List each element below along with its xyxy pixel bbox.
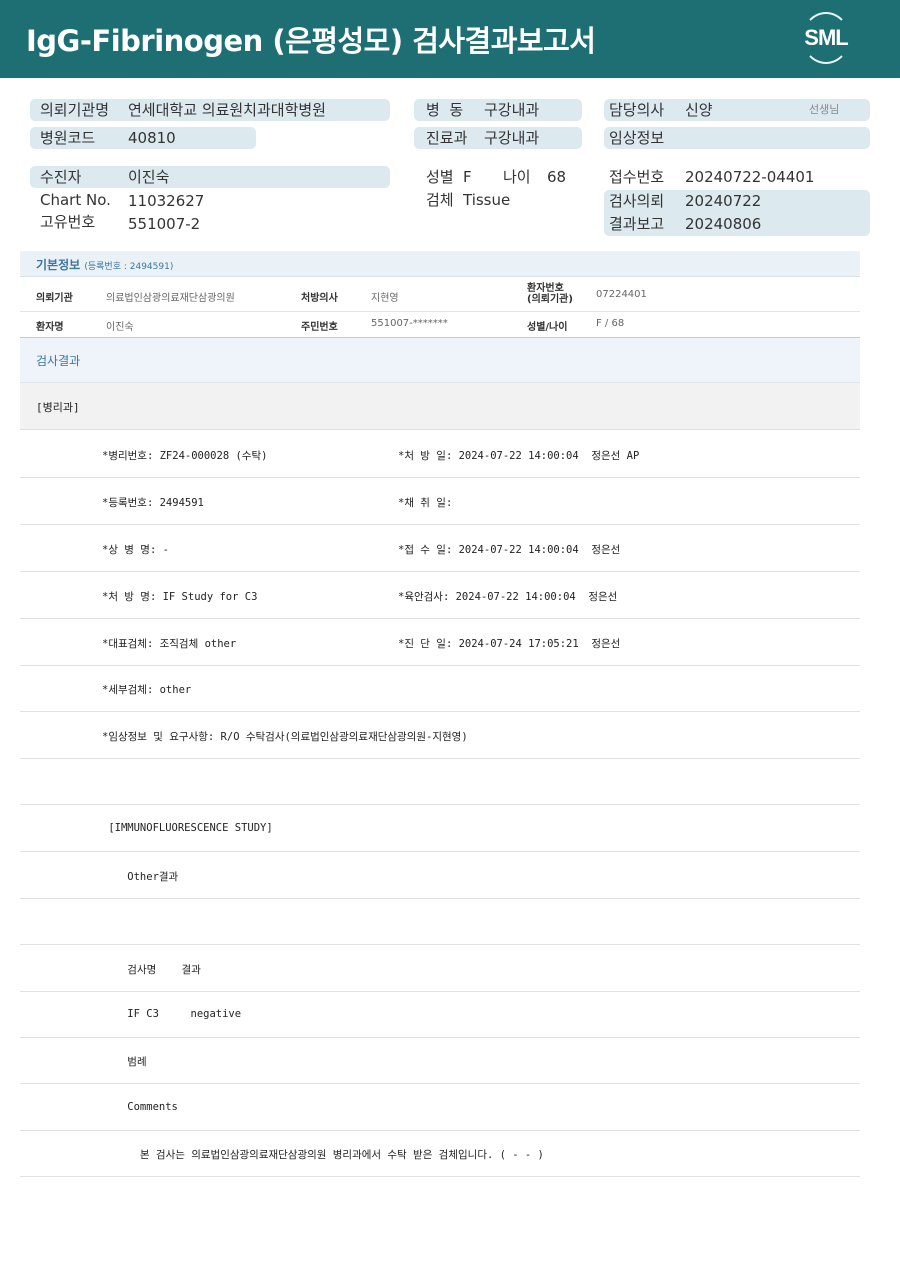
result-row: 범례 [20,1037,860,1084]
sex-value: F [463,168,472,186]
patient-value: 이진숙 [128,168,170,186]
report-date-label: 결과보고 [609,215,665,233]
result-row [20,898,860,945]
org-value: 의료법인삼광의료재단삼광의원 [106,293,235,304]
chart-label: Chart No. [40,191,111,209]
ssn-label: 주민번호 [301,322,338,333]
pt-no-label-line2: (의뢰기관) [527,294,573,305]
hospital-code-label: 병원코드 [40,129,96,147]
result-row-left: *등록번호: 2494591 [102,497,204,509]
result-row-right: *접 수 일: 2024-07-22 14:00:04 정은선 [398,544,621,556]
result-row-left: *임상정보 및 요구사항: R/O 수탁검사(의료법인삼광의료재단삼광의원-지현… [102,731,468,743]
result-row-left: 본 검사는 의료법인삼광의료재단삼광의원 병리과에서 수탁 받은 검체입니다. … [102,1149,544,1161]
result-row-right: *육안검사: 2024-07-22 14:00:04 정은선 [398,591,618,603]
pathology-section-header: [병리과] [20,383,860,430]
ssn-value: 551007-******* [371,318,448,329]
dept-label: 진료과 [426,129,468,147]
result-row-right: *진 단 일: 2024-07-24 17:05:21 정은선 [398,638,621,650]
result-row [20,758,860,805]
sex-label: 성별 [426,168,454,186]
result-row: *처 방 명: IF Study for C3 *육안검사: 2024-07-22… [20,572,860,619]
basic-info-title: 기본정보 (등록번호 : 2494591) [36,256,173,273]
result-row-left: *병리번호: ZF24-000028 (수탁) [102,450,268,462]
doctor-suffix: 선생님 [809,103,840,116]
request-org-label: 의뢰기관명 [40,101,110,119]
result-row: IF C3 negative [20,991,860,1038]
result-row: *임상정보 및 요구사항: R/O 수탁검사(의료법인삼광의료재단삼광의원-지현… [20,712,860,759]
rx-doctor-label: 처방의사 [301,293,338,304]
ward-label: 병 동 [426,101,464,119]
specimen-label: 검체 [426,191,454,209]
pt-no-label-line1: 환자번호 [527,283,564,294]
basic-info-title-text: 기본정보 [36,258,81,272]
result-row-left: *처 방 명: IF Study for C3 [102,591,258,603]
doctor-label: 담당의사 [609,101,665,119]
pathology-section-label: [병리과] [36,401,80,414]
basic-info-header: 기본정보 (등록번호 : 2494591) [20,251,860,277]
result-row-left: *세부검체: other [102,684,192,696]
unique-label: 고유번호 [40,213,96,231]
result-row: *세부검체: other [20,665,860,712]
exam-result-header: 검사결과 [20,337,860,383]
result-row: *대표검체: 조직검체 other *진 단 일: 2024-07-24 17:0… [20,619,860,666]
result-row: 검사명 결과 [20,945,860,992]
unique-value: 551007-2 [128,215,201,233]
patient-label: 수진자 [40,168,82,186]
result-row: *등록번호: 2494591 *채 취 일: [20,478,860,525]
basic-info-row-2: 환자명 이진숙 주민번호 551007-******* 성별/나이 F / 68 [20,312,860,337]
pt-no-label: 환자번호 (의뢰기관) [527,283,573,305]
report-header: IgG-Fibrinogen (은평성모) 검사결과보고서 SML [0,0,900,78]
doctor-value: 신양 [685,101,713,119]
result-row: [IMMUNOFLUORESCENCE STUDY] [20,805,860,852]
result-row-left: IF C3 negative [102,1008,242,1020]
logo-text: SML [804,25,848,50]
result-row: 본 검사는 의료법인삼광의료재단삼광의원 병리과에서 수탁 받은 검체입니다. … [20,1130,860,1177]
result-row-left: 검사명 결과 [102,964,201,976]
specimen-value: Tissue [463,191,511,209]
name-label: 환자명 [36,322,64,333]
ward-value: 구강내과 [484,101,540,119]
exam-result-title: 검사결과 [36,354,81,368]
chart-value: 11032627 [128,192,205,210]
basic-info-reg-no: (등록번호 : 2494591) [84,262,174,272]
result-row-right: *처 방 일: 2024-07-22 14:00:04 정은선 AP [398,450,640,462]
result-row: Other결과 [20,852,860,899]
dept-value: 구강내과 [484,129,540,147]
result-row-left: *상 병 명: - [102,544,169,556]
result-row-left: Comments [102,1101,178,1113]
age-label: 나이 [503,168,531,186]
patient-pill [30,166,390,188]
name-value: 이진숙 [106,322,134,333]
request-org-value: 연세대학교 의료원치과대학병원 [128,101,326,119]
receipt-label: 접수번호 [609,168,665,186]
org-label: 의뢰기관 [36,293,73,304]
pt-no-value: 07224401 [596,289,647,300]
sml-logo: SML [796,12,856,66]
report-title: IgG-Fibrinogen (은평성모) 검사결과보고서 [26,24,596,58]
result-row-left: *대표검체: 조직검체 other [102,638,237,650]
report-date-value: 20240806 [685,215,762,233]
request-date-label: 검사의뢰 [609,192,665,210]
result-row: *병리번호: ZF24-000028 (수탁) *처 방 일: 2024-07-2… [20,431,860,478]
result-row-left: 범례 [102,1056,147,1068]
result-row-right: *채 취 일: [398,497,453,509]
clinical-label: 임상정보 [609,129,665,147]
rx-doctor-value: 지현영 [371,293,399,304]
result-row: Comments [20,1084,860,1131]
sexage-value: F / 68 [596,318,625,329]
result-row-left: [IMMUNOFLUORESCENCE STUDY] [102,822,273,834]
basic-info-row-1: 의뢰기관 의료법인삼광의료재단삼광의원 처방의사 지현영 환자번호 (의뢰기관) … [20,278,860,312]
receipt-value: 20240722-04401 [685,168,815,186]
result-row-left: Other결과 [102,871,179,883]
result-row: *상 병 명: - *접 수 일: 2024-07-22 14:00:04 정은선 [20,525,860,572]
age-value: 68 [547,168,567,186]
sexage-label: 성별/나이 [527,322,568,333]
request-date-value: 20240722 [685,192,762,210]
hospital-code-value: 40810 [128,129,176,147]
